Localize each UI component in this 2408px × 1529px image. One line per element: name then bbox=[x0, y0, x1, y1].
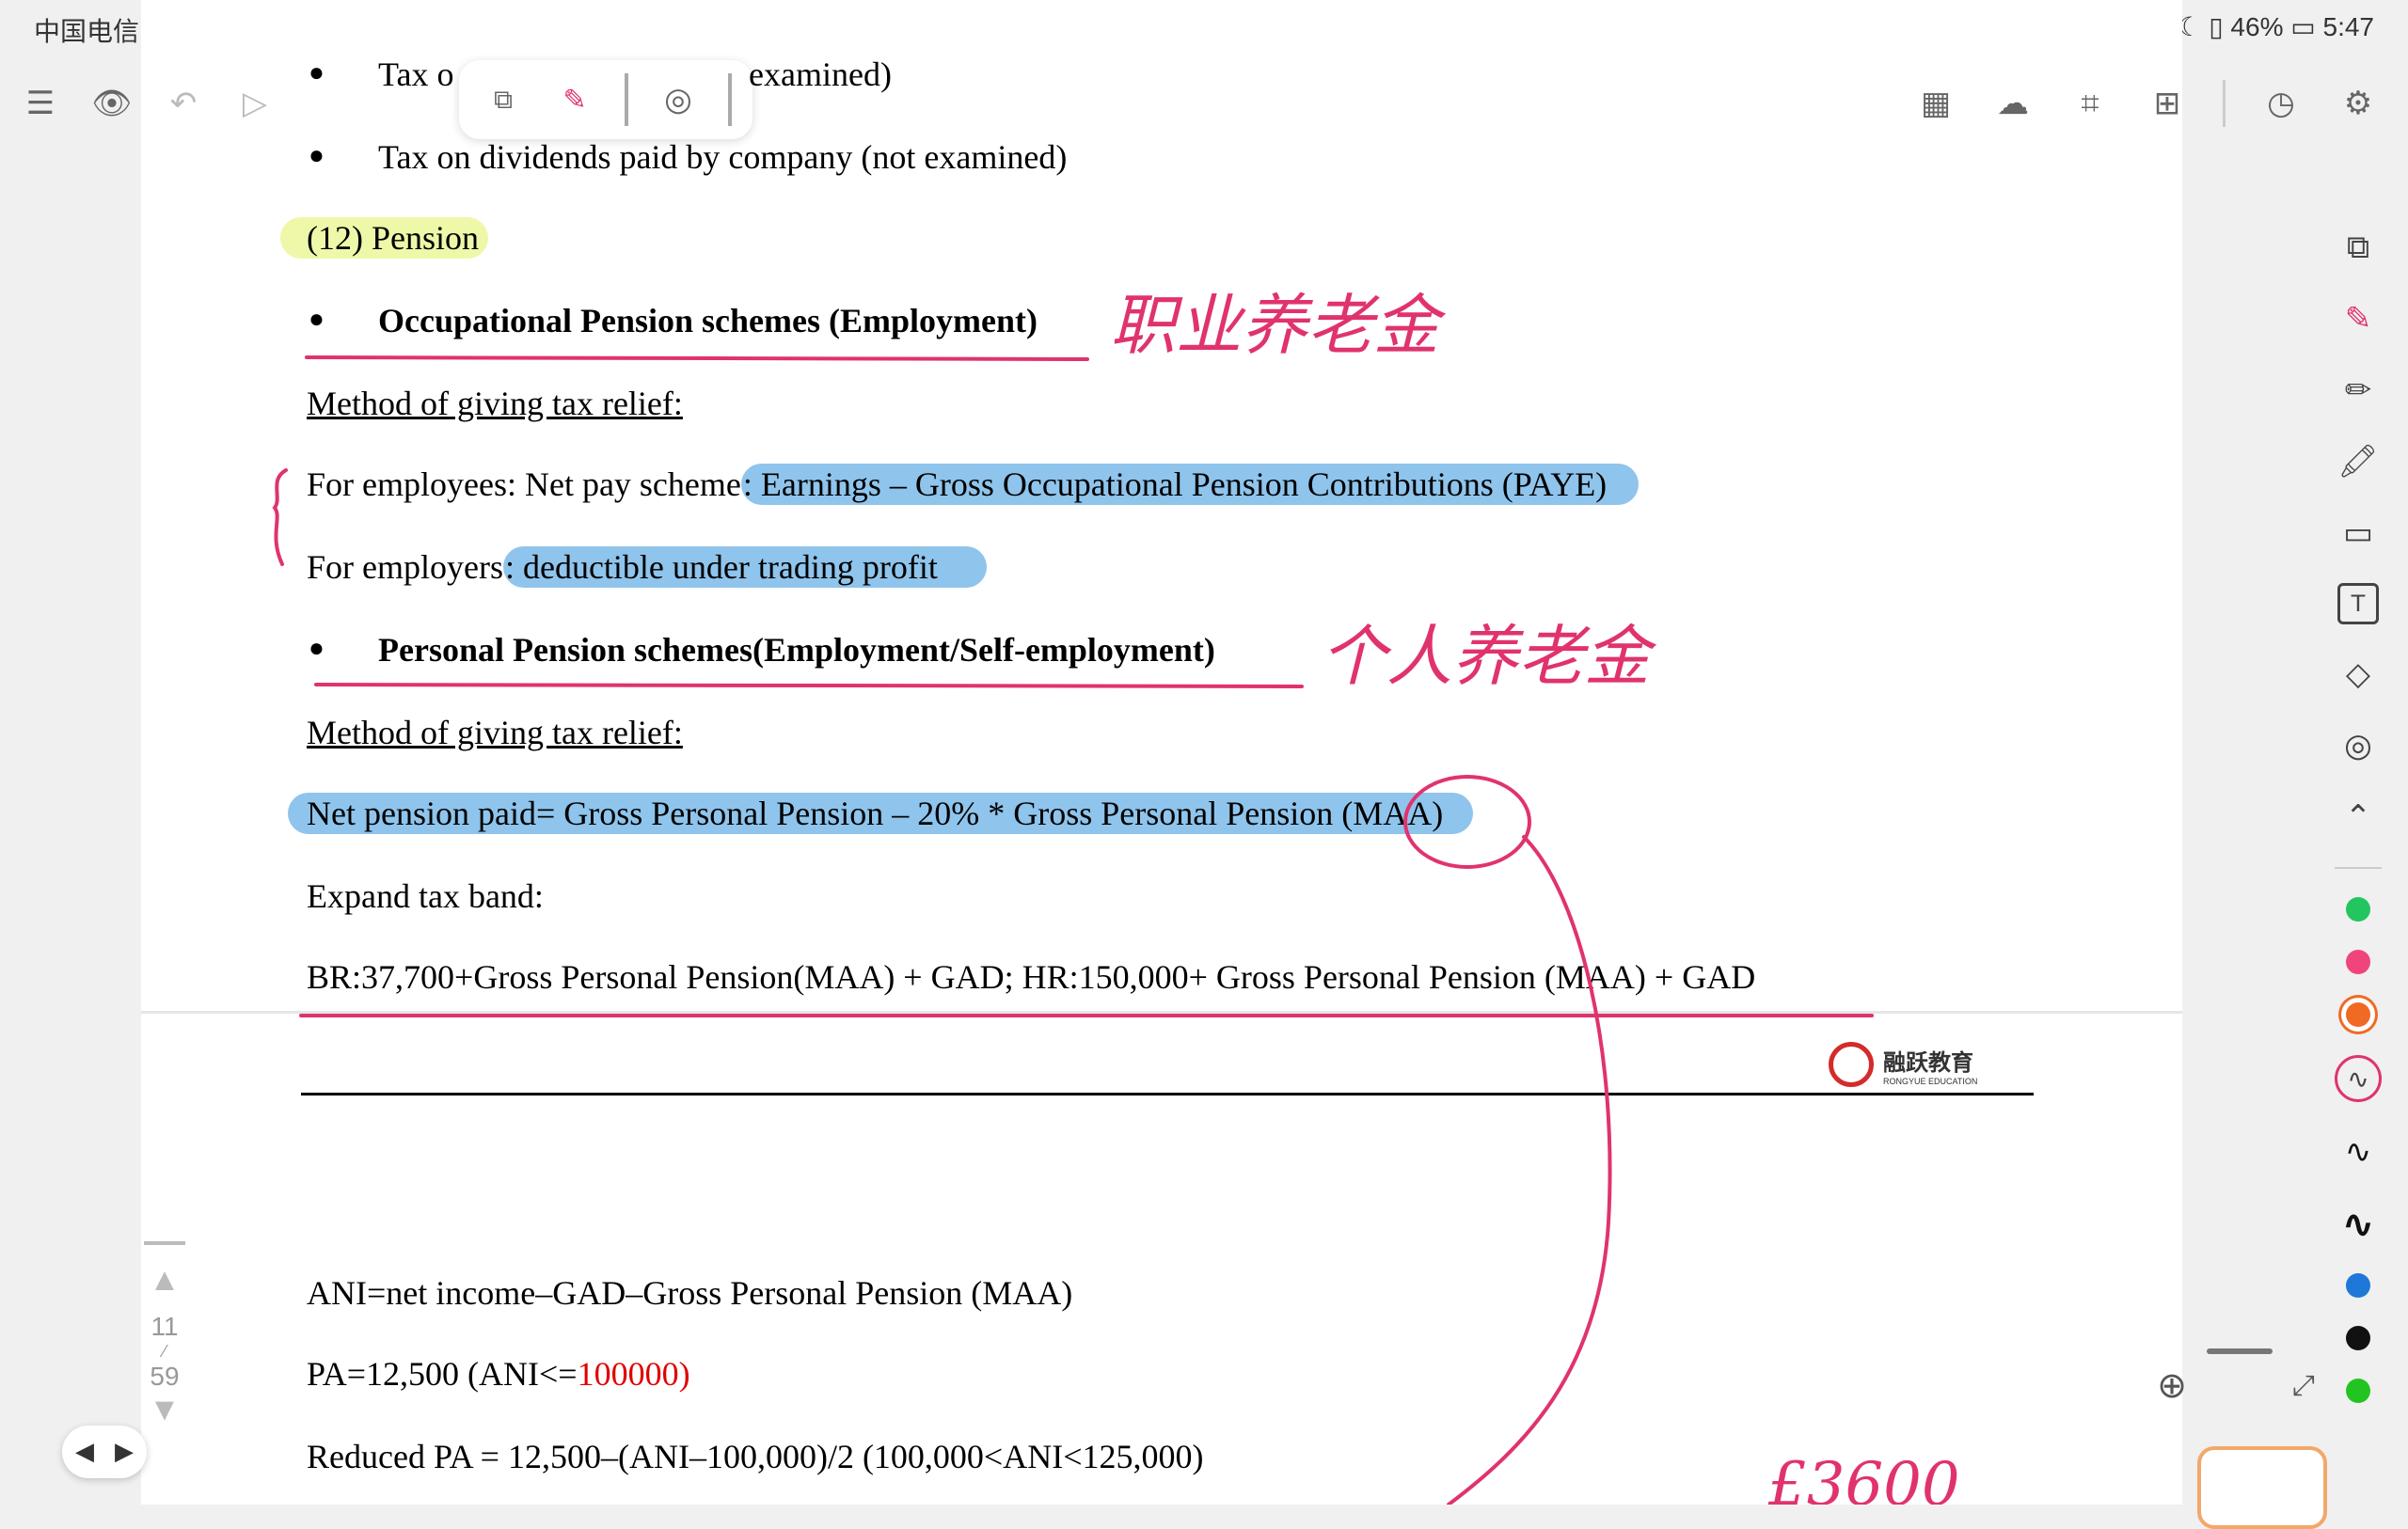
lasso-icon[interactable]: ⧉ bbox=[482, 78, 525, 121]
brand-logo: 融跃教育 RONGYUE EDUCATION bbox=[1829, 1042, 1977, 1087]
page-nav-slash: ⁄ bbox=[163, 1342, 166, 1361]
pa-line: PA=12,500 (ANI<=100000) bbox=[307, 1354, 690, 1394]
employers-line: For employers: deductible under trading … bbox=[307, 546, 987, 588]
panel-handle[interactable] bbox=[2207, 1348, 2273, 1354]
logo-mark-icon bbox=[1829, 1042, 1874, 1087]
pen-tool-icon[interactable]: ✎ bbox=[2337, 297, 2380, 340]
bullet-icon: ● bbox=[309, 58, 325, 87]
color-blue-swatch[interactable] bbox=[2346, 1273, 2370, 1298]
horizontal-rule bbox=[301, 1093, 2034, 1096]
pointer-tool-icon[interactable]: ◎ bbox=[2337, 724, 2380, 767]
method-heading-1: Method of giving tax relief: bbox=[307, 385, 683, 422]
occupational-title: ● Occupational Pension schemes (Employme… bbox=[309, 301, 1038, 340]
tool-divider bbox=[2335, 867, 2382, 869]
battery-percent: 46% bbox=[2230, 12, 2284, 41]
clock-time: 5:47 bbox=[2322, 12, 2375, 41]
color-pink-swatch[interactable] bbox=[2346, 950, 2370, 974]
line-tax-partial: ● Tax o bbox=[309, 55, 454, 94]
next-page-icon[interactable]: ▶ bbox=[115, 1438, 134, 1466]
document-page-next bbox=[141, 1014, 2182, 1505]
tax-text-left: Tax o bbox=[378, 55, 454, 93]
logo-name: 融跃教育 bbox=[1883, 1049, 1973, 1076]
page-down-icon[interactable]: ▼ bbox=[141, 1392, 188, 1428]
method-heading-2: Method of giving tax relief: bbox=[307, 714, 683, 751]
color-lime-swatch[interactable] bbox=[2346, 1379, 2370, 1403]
page-nav-top-line bbox=[144, 1241, 185, 1245]
personal-title-text: Personal Pension schemes(Employment/Self… bbox=[378, 631, 1215, 669]
toolbar-right: ▦ ☁ ⌗ ⊞ ◷ ⚙ bbox=[1914, 66, 2380, 141]
total-pages: 59 bbox=[150, 1362, 180, 1391]
text-tool-icon[interactable]: T bbox=[2337, 583, 2379, 624]
bullet-icon: ● bbox=[309, 141, 325, 170]
cloud-icon[interactable]: ☁ bbox=[1991, 82, 2035, 125]
separator bbox=[2223, 80, 2226, 127]
side-toolbar: ⧉ ✎ ✏ 🖍 ▭ T ◇ ◎ ⌃ ∿ ∿ ∿ bbox=[2325, 226, 2391, 1403]
shape-tool-icon[interactable]: ◇ bbox=[2337, 653, 2380, 696]
undo-icon[interactable]: ↶ bbox=[162, 82, 205, 125]
redo-icon[interactable]: ▷ bbox=[233, 82, 277, 125]
line-tax-dividends: ● Tax on dividends paid by company (not … bbox=[309, 137, 1068, 177]
bullet-icon: ● bbox=[309, 305, 325, 334]
personal-title: ● Personal Pension schemes(Employment/Se… bbox=[309, 630, 1215, 670]
section-pension-heading: (12) Pension bbox=[280, 217, 488, 259]
page-up-icon[interactable]: ▲ bbox=[141, 1262, 188, 1299]
employees-highlight: : Earnings – Gross Occupational Pension … bbox=[740, 464, 1640, 505]
highlighter-tool-icon[interactable]: 🖍 bbox=[2337, 440, 2380, 483]
prev-page-icon[interactable]: ◀ bbox=[75, 1438, 94, 1466]
employees-line: For employees: Net pay scheme: Earnings … bbox=[307, 464, 1640, 505]
toolbar-left: ☰ 👁 ↶ ▷ bbox=[19, 66, 277, 141]
reduced-pa-line: Reduced PA = 12,500–(ANI–100,000)/2 (100… bbox=[307, 1438, 1204, 1475]
separator bbox=[728, 73, 732, 126]
pen-icon[interactable]: ✎ bbox=[553, 78, 596, 121]
view-icon[interactable]: 👁 bbox=[90, 82, 134, 125]
floating-toolbar: ⧉ ✎ ◎ bbox=[459, 60, 752, 139]
thumbnail-preview[interactable] bbox=[2197, 1446, 2327, 1529]
clock-icon[interactable]: ◷ bbox=[2259, 82, 2303, 125]
employers-highlight: : deductible under trading profit bbox=[502, 546, 987, 588]
pencil-tool-icon[interactable]: ✏ bbox=[2337, 369, 2380, 412]
employers-prefix: For employers bbox=[307, 548, 503, 586]
page-turn-pill: ◀ ▶ bbox=[62, 1426, 147, 1478]
eraser-tool-icon[interactable]: ▭ bbox=[2337, 512, 2380, 555]
color-black-swatch[interactable] bbox=[2346, 1326, 2370, 1350]
lasso-tool-icon[interactable]: ⧉ bbox=[2337, 226, 2380, 269]
section-pension-label: (12) Pension bbox=[280, 217, 488, 259]
pa-red-value: 100000) bbox=[577, 1355, 690, 1393]
net-pension-highlight: Net pension paid= Gross Personal Pension… bbox=[288, 793, 1474, 834]
stroke-thick-icon[interactable]: ∿ bbox=[2337, 1201, 2380, 1247]
collapse-icon[interactable]: ⌃ bbox=[2337, 796, 2380, 839]
bands-line: BR:37,700+Gross Personal Pension(MAA) + … bbox=[307, 958, 1756, 996]
employees-prefix: For employees: Net pay scheme bbox=[307, 465, 741, 503]
vibrate-icon: ▯ bbox=[2209, 12, 2224, 41]
line-tax-partial-right: examined) bbox=[749, 55, 892, 94]
net-pension-line: Net pension paid= Gross Personal Pension… bbox=[288, 793, 1474, 834]
menu-icon[interactable]: ☰ bbox=[19, 82, 62, 125]
color-orange-swatch[interactable] bbox=[2346, 1002, 2370, 1027]
bullet-icon: ● bbox=[309, 634, 325, 663]
fullscreen-icon[interactable]: ⤢ bbox=[2282, 1363, 2325, 1407]
add-icon[interactable]: ⊕ bbox=[2150, 1363, 2194, 1407]
separator bbox=[625, 73, 628, 126]
ani-line: ANI=net income–GAD–Gross Personal Pensio… bbox=[307, 1274, 1073, 1312]
logo-subtitle: RONGYUE EDUCATION bbox=[1883, 1076, 1978, 1086]
current-page: 11 bbox=[150, 1312, 179, 1341]
pointer-icon[interactable]: ◎ bbox=[657, 78, 700, 121]
stroke-medium-icon[interactable]: ∿ bbox=[2337, 1130, 2380, 1174]
color-green-swatch[interactable] bbox=[2346, 897, 2370, 922]
add-page-icon[interactable]: ⊞ bbox=[2146, 82, 2189, 125]
tax-dividends-text: Tax on dividends paid by company (not ex… bbox=[378, 138, 1068, 176]
crop-icon[interactable]: ⌗ bbox=[2068, 82, 2112, 125]
occupational-title-text: Occupational Pension schemes (Employment… bbox=[378, 302, 1038, 339]
page-navigator: ▲ 11 ⁄ 59 ▼ bbox=[141, 1241, 188, 1486]
expand-line: Expand tax band: bbox=[307, 877, 544, 915]
battery-icon: ▭ bbox=[2290, 12, 2316, 41]
grid-icon[interactable]: ▦ bbox=[1914, 82, 1957, 125]
carrier-label: 中国电信 bbox=[34, 17, 140, 46]
tax-text-right: examined) bbox=[749, 55, 892, 93]
settings-icon[interactable]: ⚙ bbox=[2337, 82, 2380, 125]
pa-prefix: PA=12,500 (ANI<= bbox=[307, 1355, 578, 1393]
stroke-thin-selected-icon[interactable]: ∿ bbox=[2335, 1055, 2382, 1102]
